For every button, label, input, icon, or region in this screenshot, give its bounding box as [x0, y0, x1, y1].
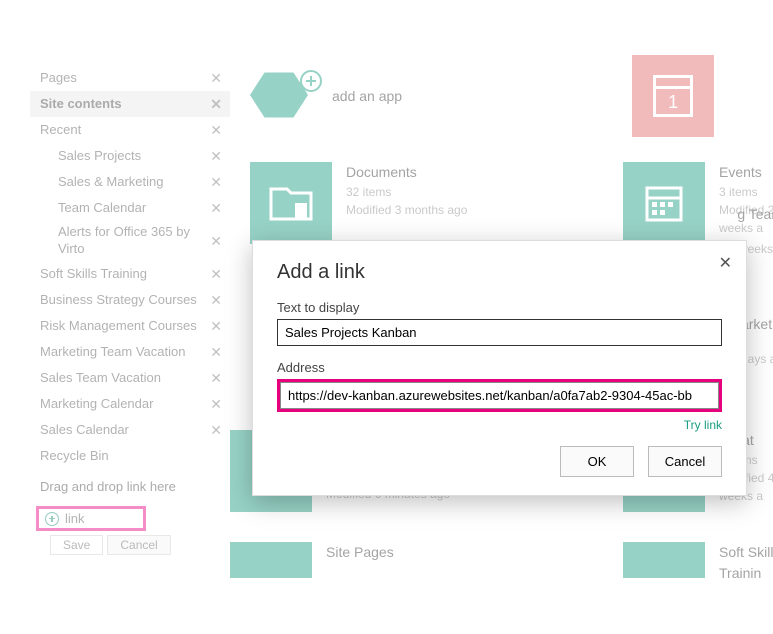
ok-button[interactable]: OK [560, 446, 634, 477]
add-link-dialog: ✕ Add a link Text to display Address Try… [252, 240, 747, 496]
text-to-display-label: Text to display [277, 300, 722, 315]
address-label: Address [277, 360, 722, 375]
address-input[interactable] [280, 382, 719, 409]
dialog-title: Add a link [277, 261, 722, 284]
try-link[interactable]: Try link [684, 418, 722, 432]
close-icon[interactable]: ✕ [719, 253, 732, 273]
cancel-button[interactable]: Cancel [648, 446, 722, 477]
text-to-display-input[interactable] [277, 319, 722, 346]
